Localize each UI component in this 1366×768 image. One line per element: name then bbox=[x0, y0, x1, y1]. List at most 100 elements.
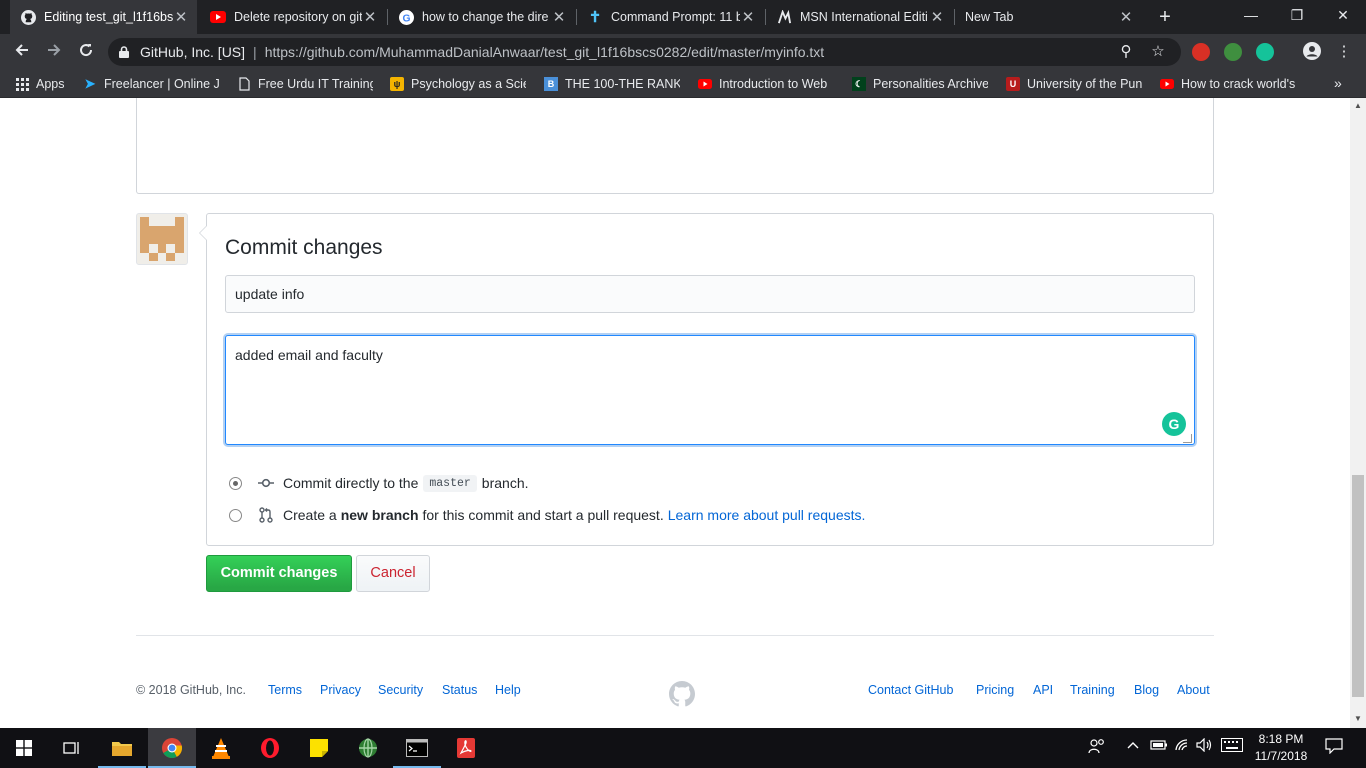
bookmark-label: How to crack world's bbox=[1181, 77, 1296, 91]
scroll-down-icon[interactable]: ▼ bbox=[1350, 711, 1366, 727]
footer-link-status[interactable]: Status bbox=[442, 683, 477, 697]
bookmark-intro-web[interactable]: Introduction to Web bbox=[698, 75, 834, 93]
grammarly-extension-icon[interactable] bbox=[1256, 43, 1274, 61]
chevron-up-icon[interactable] bbox=[1126, 738, 1140, 755]
task-view-icon[interactable] bbox=[48, 728, 96, 768]
wifi-icon[interactable] bbox=[1174, 738, 1192, 755]
volume-icon[interactable] bbox=[1196, 737, 1214, 755]
psychology-icon: ψ bbox=[390, 77, 404, 91]
footer-link-training[interactable]: Training bbox=[1070, 683, 1115, 697]
bookmark-free-urdu[interactable]: Free Urdu IT Training bbox=[237, 75, 373, 93]
footer-link-privacy[interactable]: Privacy bbox=[320, 683, 361, 697]
bookmark-crack-world[interactable]: How to crack world's bbox=[1160, 75, 1296, 93]
scrollbar-thumb[interactable] bbox=[1352, 475, 1364, 697]
file-explorer-icon[interactable] bbox=[98, 728, 146, 768]
notifications-icon[interactable] bbox=[1325, 738, 1343, 757]
pdf-reader-icon[interactable] bbox=[442, 728, 490, 768]
university-icon: U bbox=[1006, 77, 1020, 91]
reload-icon bbox=[80, 44, 93, 57]
close-icon[interactable]: ✕ bbox=[551, 8, 567, 26]
tab-delete-repository[interactable]: Delete repository on git ✕ bbox=[200, 0, 386, 34]
new-tab-button[interactable]: + bbox=[1153, 5, 1177, 29]
bookmarks-bar: Apps ➤ Freelancer | Online Jo Free Urdu … bbox=[0, 70, 1366, 98]
tab-title: MSN International Editi bbox=[800, 10, 928, 24]
globe-extension-icon[interactable] bbox=[1224, 43, 1242, 61]
avatar[interactable] bbox=[136, 213, 188, 265]
footer-link-about[interactable]: About bbox=[1177, 683, 1210, 697]
commit-changes-button[interactable]: Commit changes bbox=[206, 555, 352, 592]
battery-icon[interactable] bbox=[1150, 738, 1168, 755]
people-icon[interactable] bbox=[1088, 738, 1106, 757]
bookmark-star-icon[interactable]: ☆ bbox=[1148, 42, 1168, 62]
tab-new-tab[interactable]: New Tab ✕ bbox=[955, 0, 1142, 34]
keyboard-icon[interactable] bbox=[1221, 738, 1243, 755]
bookmark-apps[interactable]: Apps bbox=[15, 75, 85, 93]
new-branch-option[interactable]: Create a new branch for this commit and … bbox=[229, 505, 865, 525]
radio-commit-direct[interactable] bbox=[229, 476, 242, 490]
close-icon[interactable]: ✕ bbox=[173, 8, 189, 26]
scroll-up-icon[interactable]: ▲ bbox=[1350, 98, 1366, 114]
bookmark-university[interactable]: U University of the Punj bbox=[1006, 75, 1142, 93]
msn-icon bbox=[776, 9, 792, 25]
profile-icon[interactable] bbox=[1302, 42, 1322, 62]
back-button[interactable] bbox=[10, 40, 34, 64]
reload-button[interactable] bbox=[74, 40, 98, 64]
chrome-icon[interactable] bbox=[148, 728, 196, 768]
window-close-button[interactable]: ✕ bbox=[1320, 0, 1366, 32]
footer-link-contact[interactable]: Contact GitHub bbox=[868, 683, 953, 697]
bookmark-personalities[interactable]: ☾ Personalities Archives bbox=[852, 75, 988, 93]
footer-link-api[interactable]: API bbox=[1033, 683, 1053, 697]
footer-link-help[interactable]: Help bbox=[495, 683, 521, 697]
minimize-button[interactable]: — bbox=[1228, 0, 1274, 32]
footer-link-terms[interactable]: Terms bbox=[268, 683, 302, 697]
clock-date: 11/7/2018 bbox=[1254, 749, 1308, 763]
system-clock[interactable]: 8:18 PM 11/7/2018 bbox=[1244, 731, 1318, 765]
git-commit-icon bbox=[257, 478, 275, 488]
bookmark-freelancer[interactable]: ➤ Freelancer | Online Jo bbox=[83, 75, 219, 93]
lock-icon bbox=[118, 46, 130, 58]
menu-dots-icon[interactable]: ⋮ bbox=[1334, 42, 1354, 62]
globe-app-icon[interactable] bbox=[344, 728, 392, 768]
close-icon[interactable]: ✕ bbox=[1118, 8, 1134, 26]
commit-direct-option[interactable]: Commit directly to the master branch. bbox=[229, 473, 529, 493]
bookmark-the-100[interactable]: B THE 100-THE RANKIN bbox=[544, 75, 680, 93]
bookmark-label: THE 100-THE RANKIN bbox=[565, 77, 680, 91]
radio-new-branch[interactable] bbox=[229, 508, 242, 522]
commit-form: Commit changes update info added email a… bbox=[199, 213, 1214, 546]
tab-msn[interactable]: MSN International Editi ✕ bbox=[766, 0, 953, 34]
commit-heading: Commit changes bbox=[225, 236, 383, 259]
grammarly-icon[interactable]: G bbox=[1162, 412, 1186, 436]
footer-link-blog[interactable]: Blog bbox=[1134, 683, 1159, 697]
tab-editing-test-git[interactable]: Editing test_git_l1f16bs ✕ bbox=[10, 0, 197, 34]
zoom-icon[interactable]: ⚲ bbox=[1116, 42, 1136, 62]
windows-start-icon[interactable] bbox=[0, 728, 48, 768]
address-bar[interactable]: GitHub, Inc. [US] | https://github.com/M… bbox=[108, 38, 1181, 66]
commit-summary-input[interactable]: update info bbox=[225, 275, 1195, 313]
learn-more-pull-requests-link[interactable]: Learn more about pull requests. bbox=[668, 507, 866, 523]
resize-handle-icon[interactable] bbox=[1183, 434, 1192, 443]
opera-icon[interactable] bbox=[246, 728, 294, 768]
command-prompt-icon[interactable] bbox=[393, 728, 441, 768]
youtube-icon bbox=[210, 9, 226, 25]
sticky-notes-icon[interactable] bbox=[295, 728, 343, 768]
close-icon[interactable]: ✕ bbox=[362, 8, 378, 26]
new-branch-prefix: Create a bbox=[283, 507, 337, 523]
tab-how-to-change[interactable]: G how to change the dire ✕ bbox=[388, 0, 575, 34]
apps-grid-icon bbox=[15, 77, 29, 91]
tab-command-prompt[interactable]: ✝ Command Prompt: 11 b ✕ bbox=[577, 0, 764, 34]
adblock-extension-icon[interactable] bbox=[1192, 43, 1210, 61]
commit-description-textarea[interactable]: added email and faculty bbox=[225, 335, 1195, 445]
google-icon: G bbox=[398, 9, 414, 25]
footer-link-security[interactable]: Security bbox=[378, 683, 423, 697]
vlc-icon[interactable] bbox=[197, 728, 245, 768]
bookmark-psychology[interactable]: ψ Psychology as a Scien bbox=[390, 75, 526, 93]
close-icon[interactable]: ✕ bbox=[929, 8, 945, 26]
footer-link-pricing[interactable]: Pricing bbox=[976, 683, 1014, 697]
cancel-button[interactable]: Cancel bbox=[356, 555, 430, 592]
forward-button[interactable] bbox=[42, 40, 66, 64]
restore-button[interactable]: ❐ bbox=[1274, 0, 1320, 32]
tab-title: Delete repository on git bbox=[234, 10, 362, 24]
github-mark-icon[interactable] bbox=[669, 681, 695, 707]
bookmarks-overflow-icon[interactable]: » bbox=[1334, 75, 1342, 91]
close-icon[interactable]: ✕ bbox=[740, 8, 756, 26]
